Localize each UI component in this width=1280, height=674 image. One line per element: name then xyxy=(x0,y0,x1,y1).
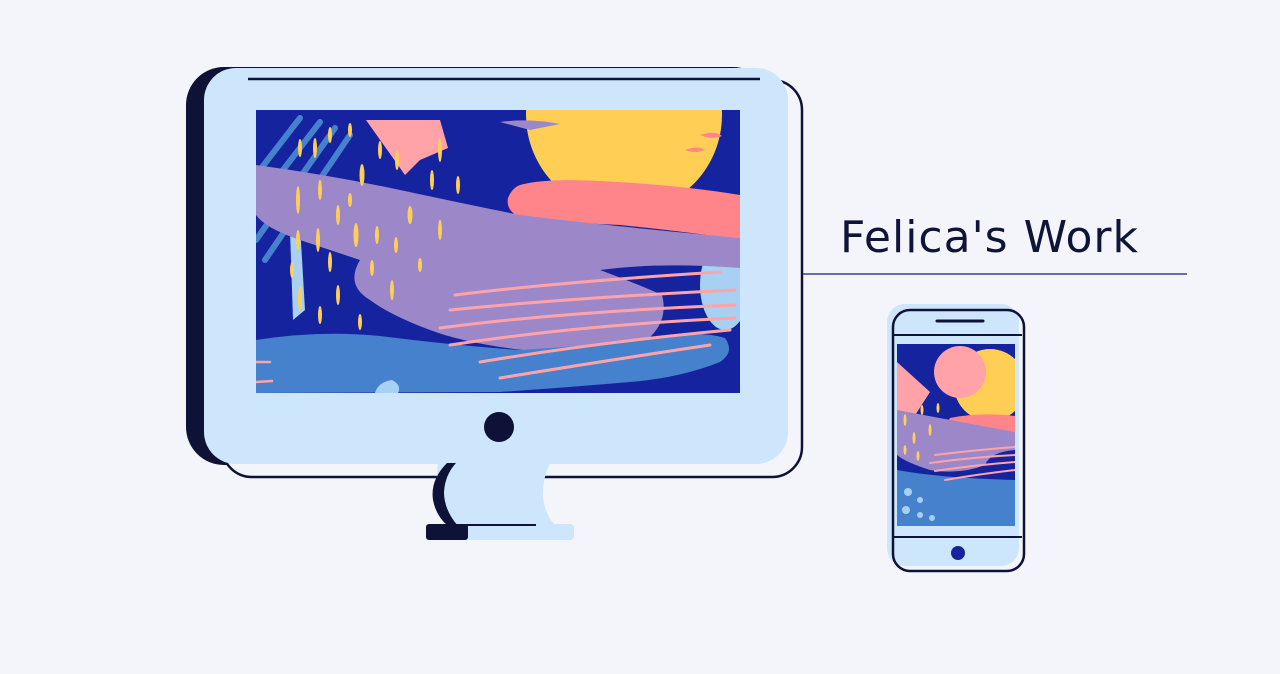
monitor-stand xyxy=(436,463,556,526)
smartphone-icon xyxy=(887,304,1026,573)
illustration xyxy=(0,0,1280,670)
illustration-svg xyxy=(186,67,1187,573)
page-title: Felica's Work xyxy=(840,212,1139,263)
monitor-power-button xyxy=(484,412,514,442)
phone-home-button xyxy=(951,546,965,560)
desktop-monitor-icon xyxy=(186,67,804,540)
phone-screen-artwork xyxy=(897,344,1015,526)
